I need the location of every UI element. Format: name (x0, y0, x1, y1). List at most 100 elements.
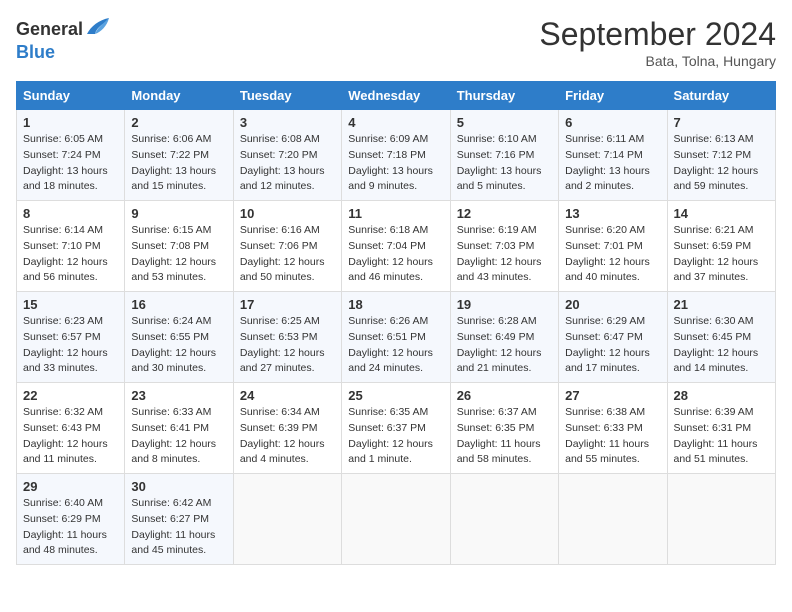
daylight-label: Daylight: 13 hours and 18 minutes. (23, 165, 108, 193)
day-number: 2 (131, 115, 226, 130)
sunrise-label: Sunrise: 6:21 AM (674, 224, 754, 236)
logo-blue: Blue (16, 42, 55, 62)
column-header-tuesday: Tuesday (233, 82, 341, 110)
sunset-label: Sunset: 7:08 PM (131, 240, 209, 252)
sunset-label: Sunset: 7:24 PM (23, 149, 101, 161)
day-info: Sunrise: 6:42 AM Sunset: 6:27 PM Dayligh… (131, 496, 226, 559)
sunset-label: Sunset: 7:01 PM (565, 240, 643, 252)
daylight-label: Daylight: 12 hours and 8 minutes. (131, 438, 216, 466)
daylight-label: Daylight: 13 hours and 12 minutes. (240, 165, 325, 193)
daylight-label: Daylight: 12 hours and 33 minutes. (23, 347, 108, 375)
month-title: September 2024 (539, 16, 776, 53)
page-header: General Blue September 2024 Bata, Tolna,… (16, 16, 776, 69)
sunrise-label: Sunrise: 6:37 AM (457, 406, 537, 418)
calendar-cell: 4 Sunrise: 6:09 AM Sunset: 7:18 PM Dayli… (342, 110, 450, 201)
sunrise-label: Sunrise: 6:29 AM (565, 315, 645, 327)
column-header-thursday: Thursday (450, 82, 558, 110)
day-number: 11 (348, 206, 443, 221)
day-number: 8 (23, 206, 118, 221)
daylight-label: Daylight: 12 hours and 40 minutes. (565, 256, 650, 284)
logo-bird-icon (85, 16, 111, 42)
daylight-label: Daylight: 12 hours and 56 minutes. (23, 256, 108, 284)
calendar-cell: 7 Sunrise: 6:13 AM Sunset: 7:12 PM Dayli… (667, 110, 775, 201)
sunset-label: Sunset: 7:16 PM (457, 149, 535, 161)
sunset-label: Sunset: 6:53 PM (240, 331, 318, 343)
day-number: 17 (240, 297, 335, 312)
day-number: 13 (565, 206, 660, 221)
calendar-cell (233, 474, 341, 565)
daylight-label: Daylight: 12 hours and 27 minutes. (240, 347, 325, 375)
daylight-label: Daylight: 11 hours and 51 minutes. (674, 438, 758, 466)
daylight-label: Daylight: 12 hours and 24 minutes. (348, 347, 433, 375)
day-info: Sunrise: 6:16 AM Sunset: 7:06 PM Dayligh… (240, 223, 335, 286)
calendar-cell: 29 Sunrise: 6:40 AM Sunset: 6:29 PM Dayl… (17, 474, 125, 565)
sunrise-label: Sunrise: 6:24 AM (131, 315, 211, 327)
day-info: Sunrise: 6:32 AM Sunset: 6:43 PM Dayligh… (23, 405, 118, 468)
sunrise-label: Sunrise: 6:32 AM (23, 406, 103, 418)
calendar-week-row: 22 Sunrise: 6:32 AM Sunset: 6:43 PM Dayl… (17, 383, 776, 474)
day-info: Sunrise: 6:08 AM Sunset: 7:20 PM Dayligh… (240, 132, 335, 195)
sunrise-label: Sunrise: 6:14 AM (23, 224, 103, 236)
daylight-label: Daylight: 12 hours and 30 minutes. (131, 347, 216, 375)
calendar-cell (450, 474, 558, 565)
sunset-label: Sunset: 6:29 PM (23, 513, 101, 525)
sunrise-label: Sunrise: 6:42 AM (131, 497, 211, 509)
sunrise-label: Sunrise: 6:18 AM (348, 224, 428, 236)
sunrise-label: Sunrise: 6:10 AM (457, 133, 537, 145)
day-info: Sunrise: 6:24 AM Sunset: 6:55 PM Dayligh… (131, 314, 226, 377)
sunset-label: Sunset: 6:35 PM (457, 422, 535, 434)
sunrise-label: Sunrise: 6:38 AM (565, 406, 645, 418)
calendar-cell: 22 Sunrise: 6:32 AM Sunset: 6:43 PM Dayl… (17, 383, 125, 474)
day-number: 10 (240, 206, 335, 221)
day-info: Sunrise: 6:39 AM Sunset: 6:31 PM Dayligh… (674, 405, 769, 468)
day-info: Sunrise: 6:26 AM Sunset: 6:51 PM Dayligh… (348, 314, 443, 377)
calendar-cell: 30 Sunrise: 6:42 AM Sunset: 6:27 PM Dayl… (125, 474, 233, 565)
sunrise-label: Sunrise: 6:30 AM (674, 315, 754, 327)
column-header-friday: Friday (559, 82, 667, 110)
sunrise-label: Sunrise: 6:08 AM (240, 133, 320, 145)
sunset-label: Sunset: 7:04 PM (348, 240, 426, 252)
daylight-label: Daylight: 11 hours and 45 minutes. (131, 529, 215, 557)
day-number: 24 (240, 388, 335, 403)
day-info: Sunrise: 6:30 AM Sunset: 6:45 PM Dayligh… (674, 314, 769, 377)
calendar-cell: 24 Sunrise: 6:34 AM Sunset: 6:39 PM Dayl… (233, 383, 341, 474)
sunset-label: Sunset: 6:39 PM (240, 422, 318, 434)
calendar-cell: 15 Sunrise: 6:23 AM Sunset: 6:57 PM Dayl… (17, 292, 125, 383)
sunset-label: Sunset: 6:47 PM (565, 331, 643, 343)
day-number: 28 (674, 388, 769, 403)
day-number: 21 (674, 297, 769, 312)
daylight-label: Daylight: 12 hours and 53 minutes. (131, 256, 216, 284)
day-number: 16 (131, 297, 226, 312)
day-info: Sunrise: 6:06 AM Sunset: 7:22 PM Dayligh… (131, 132, 226, 195)
calendar-cell: 16 Sunrise: 6:24 AM Sunset: 6:55 PM Dayl… (125, 292, 233, 383)
sunset-label: Sunset: 7:10 PM (23, 240, 101, 252)
day-info: Sunrise: 6:35 AM Sunset: 6:37 PM Dayligh… (348, 405, 443, 468)
calendar-cell: 3 Sunrise: 6:08 AM Sunset: 7:20 PM Dayli… (233, 110, 341, 201)
daylight-label: Daylight: 12 hours and 46 minutes. (348, 256, 433, 284)
day-number: 14 (674, 206, 769, 221)
day-info: Sunrise: 6:37 AM Sunset: 6:35 PM Dayligh… (457, 405, 552, 468)
day-info: Sunrise: 6:40 AM Sunset: 6:29 PM Dayligh… (23, 496, 118, 559)
calendar-cell (559, 474, 667, 565)
daylight-label: Daylight: 12 hours and 43 minutes. (457, 256, 542, 284)
sunset-label: Sunset: 6:41 PM (131, 422, 209, 434)
sunrise-label: Sunrise: 6:34 AM (240, 406, 320, 418)
calendar-cell: 12 Sunrise: 6:19 AM Sunset: 7:03 PM Dayl… (450, 201, 558, 292)
column-header-wednesday: Wednesday (342, 82, 450, 110)
day-number: 27 (565, 388, 660, 403)
calendar-week-row: 29 Sunrise: 6:40 AM Sunset: 6:29 PM Dayl… (17, 474, 776, 565)
day-info: Sunrise: 6:28 AM Sunset: 6:49 PM Dayligh… (457, 314, 552, 377)
logo-general: General (16, 19, 83, 40)
calendar-cell: 28 Sunrise: 6:39 AM Sunset: 6:31 PM Dayl… (667, 383, 775, 474)
sunrise-label: Sunrise: 6:05 AM (23, 133, 103, 145)
sunset-label: Sunset: 7:22 PM (131, 149, 209, 161)
day-number: 29 (23, 479, 118, 494)
day-number: 1 (23, 115, 118, 130)
sunset-label: Sunset: 6:31 PM (674, 422, 752, 434)
sunrise-label: Sunrise: 6:15 AM (131, 224, 211, 236)
daylight-label: Daylight: 12 hours and 37 minutes. (674, 256, 759, 284)
day-info: Sunrise: 6:15 AM Sunset: 7:08 PM Dayligh… (131, 223, 226, 286)
day-info: Sunrise: 6:34 AM Sunset: 6:39 PM Dayligh… (240, 405, 335, 468)
sunrise-label: Sunrise: 6:19 AM (457, 224, 537, 236)
sunrise-label: Sunrise: 6:09 AM (348, 133, 428, 145)
